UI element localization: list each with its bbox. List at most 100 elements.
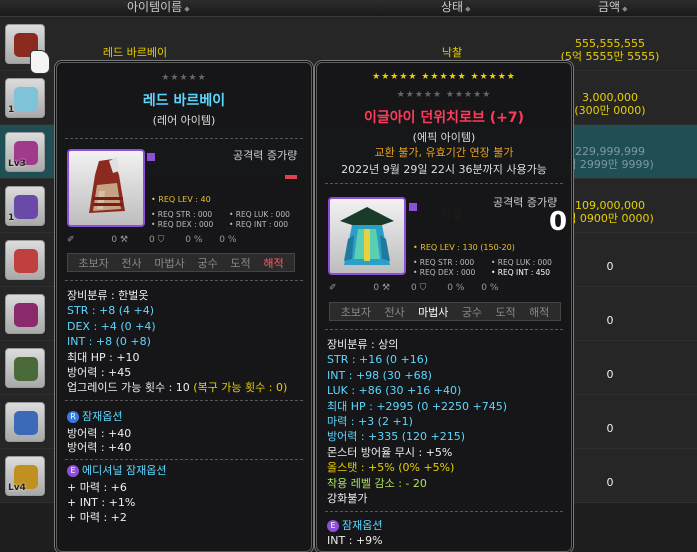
stat-line: 방어력 : +45 <box>67 366 132 379</box>
item-image <box>67 149 145 227</box>
job-thief: 도적 <box>230 256 251 270</box>
potential-line: 방어력 : +40 <box>67 441 132 454</box>
additional-potential-header: E 에디셔널 잠재옵션 <box>67 464 166 477</box>
blue-robe-icon <box>340 207 394 265</box>
stat-line: 최대 HP : +2995 (0 +2250 +745) <box>327 399 508 413</box>
shield-icon: ⛉ <box>419 283 427 293</box>
divider <box>65 280 303 281</box>
req-luk: • REQ LUK : 000 <box>229 210 290 219</box>
potential-header: E 잠재옵션 <box>327 519 382 532</box>
sort-arrow-icon: ◆ <box>622 5 628 13</box>
divider <box>65 138 303 139</box>
req-level: • REQ LEV : 130 (150-20) <box>413 243 515 252</box>
stat-line: 마력 : +3 (2 +1) <box>327 415 413 428</box>
stat-line: STR : +16 (0 +16) <box>327 353 429 367</box>
req-luk: • REQ LUK : 000 <box>491 258 552 267</box>
job-magician: 마법사 <box>154 256 185 270</box>
req-str: • REQ STR : 000 <box>413 258 475 267</box>
job-archer: 궁수 <box>197 256 218 270</box>
stat-line: 장비분류 : 상의 <box>327 338 399 351</box>
stat-line: 방어력 : +335 (120 +215) <box>327 430 466 444</box>
header-status[interactable]: 상태 ◆ <box>441 0 470 16</box>
purple-shoes-icon <box>14 303 38 327</box>
potential-line: 방어력 : +40 <box>67 427 132 440</box>
item-badge: 1 <box>8 213 15 223</box>
req-str: • REQ STR : 000 <box>151 210 213 219</box>
header-item-name[interactable]: 아이템이름 ◆ <box>127 0 190 16</box>
item-slot[interactable]: 1 <box>5 78 45 118</box>
price-korean: (5억 5555만 5555) <box>560 50 660 63</box>
item-badge: Lv3 <box>8 159 26 169</box>
red-boots-icon <box>14 249 38 273</box>
stat-line: 장비분류 : 한벌옷 <box>67 289 149 302</box>
job-beginner: 초보자 <box>340 305 372 319</box>
job-archer: 궁수 <box>461 305 483 319</box>
hammer-icon: ⚒ <box>382 283 391 293</box>
job-restrictions: 초보자 전사 마법사 궁수 도적 해적 <box>67 253 295 272</box>
stat-line: 최대 HP : +10 <box>67 350 140 364</box>
stat-line: 몬스터 방어율 무시 : +5% <box>327 445 453 459</box>
item-badge: Lv4 <box>8 483 26 493</box>
tooltip-rarity: (에픽 아이템) <box>412 131 476 144</box>
hammer-icon: ⚒ <box>120 235 129 245</box>
potential-header: R 잠재옵션 <box>67 410 122 423</box>
divider <box>325 329 563 330</box>
rare-potential-icon: R <box>67 411 79 423</box>
potential-line: INT : +9% <box>327 534 383 547</box>
purple-flag-icon <box>409 203 417 211</box>
durability-icon: ✐ <box>329 283 337 293</box>
item-slot[interactable]: Lv4 <box>5 456 45 496</box>
potion-icon <box>14 87 38 111</box>
durability-icon: ✐ <box>67 235 75 245</box>
sort-arrow-icon: ◆ <box>184 5 190 13</box>
item-status: 낙찰 <box>441 46 463 59</box>
tooltip-item-name: 이글아이 던위치로브 (+7) <box>364 110 524 126</box>
price-value: 555,555,555 <box>575 37 645 50</box>
req-dex: • REQ DEX : 000 <box>413 268 476 277</box>
purple-flag-icon <box>147 153 155 161</box>
job-thief: 도적 <box>495 305 516 319</box>
item-slot[interactable] <box>5 348 45 388</box>
purple-face-icon <box>14 195 38 219</box>
attack-increase-label: 공격력 증가량 <box>493 196 558 209</box>
epic-potential-icon: E <box>327 520 339 532</box>
job-pirate: 해적 <box>529 305 550 319</box>
misc-indicators: ✐ 0 ⚒ 0 ⛉ 0 % 0 % <box>329 283 499 293</box>
req-int: • REQ INT : 000 <box>229 220 289 229</box>
item-slot[interactable]: Lv3 <box>5 132 45 172</box>
job-beginner: 초보자 <box>78 256 109 270</box>
job-restrictions: 초보자 전사 마법사 궁수 도적 해적 <box>329 302 561 321</box>
star-force-icon: ★★★★★ <box>161 73 207 83</box>
green-helmet-icon <box>14 357 38 381</box>
item-slot[interactable] <box>5 240 45 280</box>
header-price[interactable]: 금액 ◆ <box>598 0 627 16</box>
divider <box>65 459 303 460</box>
stat-line: INT : +98 (30 +68) <box>327 368 432 382</box>
shield-icon: ⛉ <box>157 235 165 245</box>
divider <box>325 511 563 512</box>
stat-line: 착용 레벨 감소 : - 20 <box>327 476 427 490</box>
attack-value-minus <box>285 175 297 179</box>
table-header: 아이템이름 ◆ 상태 ◆ 금액 ◆ <box>0 0 697 17</box>
attack-increase-value: 0 <box>549 207 568 237</box>
divider <box>65 400 303 401</box>
item-slot[interactable] <box>5 402 45 442</box>
job-magician: 마법사 <box>418 305 449 319</box>
req-int: • REQ INT : 450 <box>491 268 551 277</box>
hand-cursor-icon <box>30 50 50 74</box>
red-robe-icon <box>89 157 125 213</box>
item-image <box>328 197 406 275</box>
req-level: • REQ LEV : 40 <box>151 195 211 204</box>
item-slot[interactable] <box>5 294 45 334</box>
blue-boots-icon <box>14 411 38 435</box>
additional-line: + INT : +1% <box>67 496 136 509</box>
attack-increase-label: 공격력 증가량 <box>233 149 298 162</box>
stat-line: 강화불가 <box>327 492 368 505</box>
epic-potential-icon: E <box>67 465 79 477</box>
item-slot[interactable]: 1 <box>5 186 45 226</box>
item-tooltip-eagle-eye-robe: ★★★★★ ★★★★★ ★★★★★ ★★★★★ ★★★★★ 이글아이 던위치로브… <box>316 62 572 552</box>
sort-arrow-icon: ◆ <box>465 5 471 13</box>
item-price: 555,555,555 (5억 5555만 5555) <box>550 37 670 63</box>
item-tooltip-red-barbei: ★★★★★ 레드 바르베이 (레어 아이템) 공격력 증가량 • REQ LEV… <box>56 62 312 552</box>
trade-notice: 교환 불가, 유효기간 연장 불가 <box>374 146 514 159</box>
